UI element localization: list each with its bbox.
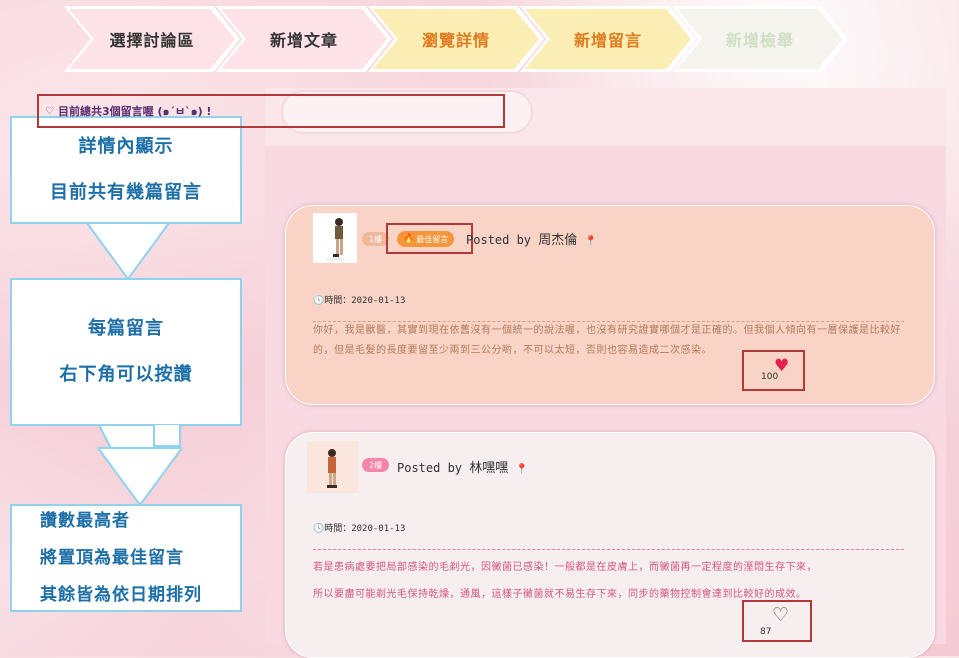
callout-line: 目前共有幾篇留言 (50, 182, 202, 203)
comment-count-text: 目前總共3個留言喔 (๑´ㅂ`๑) ! (57, 105, 212, 118)
comment-body: 若是患病處要把局部感染的毛剃光，因黴菌已感染！一般都是在皮膚上，而黴菌再一定程度… (313, 554, 913, 608)
step-new-comment[interactable]: 新增留言 (520, 6, 696, 72)
step-label: 選擇討論區 (69, 9, 235, 69)
comment-date: 🕓時間：2020-01-13 (313, 293, 405, 306)
step-label: 新增留言 (525, 9, 691, 69)
posted-prefix: Posted by (397, 461, 463, 475)
date-text: 時間：2020-01-13 (324, 296, 406, 306)
floor-tag: 2樓 (362, 458, 390, 472)
callout-line: 將置頂為最佳留言 (40, 547, 184, 568)
highlight-best-badge (386, 223, 473, 254)
step-progress-bar: 選擇討論區 新增文章 瀏覽詳情 新增留言 新增檢舉 (64, 6, 854, 74)
down-arrow-icon (98, 424, 182, 506)
like-count: 87 (760, 627, 772, 637)
posted-by: Posted by 周杰倫 📍 (466, 229, 597, 248)
comment-date: 🕓時間：2020-01-13 (313, 521, 405, 534)
step-new-report[interactable]: 新增檢舉 (672, 6, 848, 72)
divider (313, 549, 904, 550)
callout-like-button: 每篇留言 右下角可以按讚 (10, 278, 242, 426)
callout-line: 每篇留言 (88, 318, 164, 339)
step-label: 新增檢舉 (677, 9, 843, 69)
author-name[interactable]: 林嘿嘿 (469, 461, 508, 476)
posted-by: Posted by 林嘿嘿 📍 (397, 457, 528, 476)
author-name[interactable]: 周杰倫 (538, 233, 577, 248)
step-view-details[interactable]: 瀏覽詳情 (368, 6, 544, 72)
clock-icon: 🕓 (313, 524, 325, 534)
pin-icon: 📍 (584, 236, 597, 247)
down-arrow-icon (86, 222, 170, 280)
heart-outline-icon: ♡ (772, 604, 790, 626)
comment-count-summary: ♡ 目前總共3個留言喔 (๑´ㅂ`๑) ! (37, 94, 505, 128)
step-label: 新增文章 (221, 9, 387, 69)
heart-filled-icon: ♥ (774, 356, 790, 376)
callout-sort-order: 讚數最高者 將置頂為最佳留言 其餘皆為依日期排列 (10, 504, 242, 612)
avatar[interactable] (313, 213, 357, 263)
callout-line: 其餘皆為依日期排列 (40, 584, 202, 605)
heart-outline-icon: ♡ (45, 105, 54, 117)
step-new-article[interactable]: 新增文章 (216, 6, 392, 72)
comment-body-line: 所以要盡可能剃光毛保持乾燥，通風，這樣子黴菌就不易生存下來，同步的藥物控制會達到… (313, 589, 807, 600)
step-label: 瀏覽詳情 (373, 9, 539, 69)
date-text: 時間：2020-01-13 (324, 524, 406, 534)
posted-prefix: Posted by (466, 233, 532, 247)
like-button[interactable]: 87 ♡ (742, 600, 812, 642)
callout-comment-count: 詳情內顯示 目前共有幾篇留言 (10, 116, 242, 224)
comment-body-line: 若是患病處要把局部感染的毛剃光，因黴菌已感染！一般都是在皮膚上，而黴菌再一定程度… (313, 562, 817, 573)
step-select-forum[interactable]: 選擇討論區 (64, 6, 240, 72)
avatar[interactable] (307, 441, 358, 493)
callout-line: 右下角可以按讚 (59, 364, 193, 385)
pin-icon: 📍 (515, 464, 528, 475)
like-button[interactable]: 100 ♥ (742, 350, 805, 391)
comment-body: 你好，我是獸醫，其實到現在依舊沒有一個統一的說法喔，也沒有研究證實哪個才是正確的… (313, 325, 901, 356)
clock-icon: 🕓 (313, 296, 325, 306)
callout-line: 讚數最高者 (40, 510, 130, 531)
callout-line: 詳情內顯示 (78, 136, 174, 157)
